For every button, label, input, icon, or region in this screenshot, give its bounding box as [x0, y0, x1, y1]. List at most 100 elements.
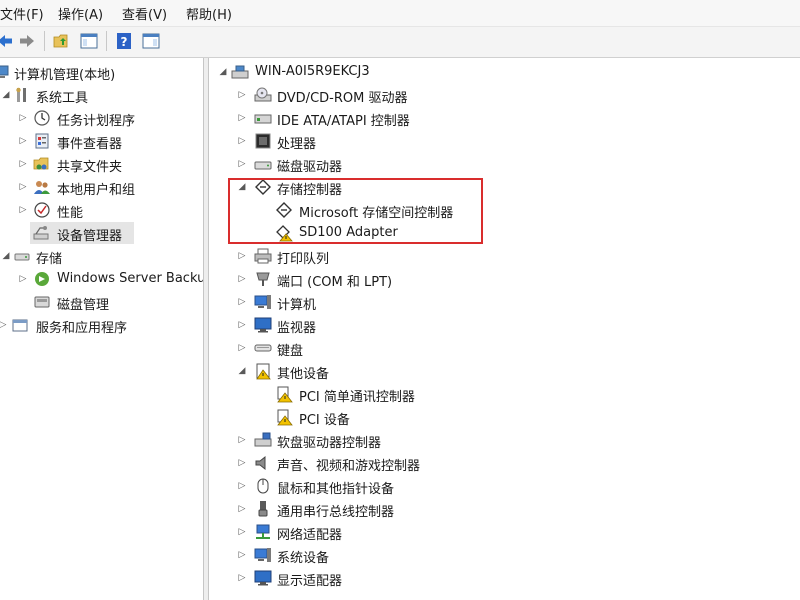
device-category-network[interactable]: ▷ 网络适配器 [209, 521, 800, 543]
forward-button[interactable] [16, 30, 38, 52]
expand-arrow-icon[interactable]: ▷ [237, 112, 247, 124]
expand-arrow-icon[interactable]: ▷ [237, 319, 247, 331]
show-hide-tree-button[interactable] [78, 30, 100, 52]
expand-arrow-icon[interactable]: ▷ [237, 250, 247, 262]
device-category-floppy-controllers[interactable]: ▷ 软盘驱动器控制器 [209, 429, 800, 451]
device-pci-simple-comm[interactable]: PCI 简单通讯控制器 [209, 383, 800, 405]
menu-help[interactable]: 帮助(H) [186, 4, 232, 23]
device-category-ide[interactable]: ▷ IDE ATA/ATAPI 控制器 [209, 107, 800, 129]
computer-icon [231, 65, 249, 79]
device-category-other-devices[interactable]: ◢ 其他设备 [209, 360, 800, 382]
expand-arrow-icon[interactable]: ▷ [18, 204, 28, 216]
tree-item-disk-management[interactable]: 磁盘管理 [0, 291, 203, 313]
tree-item-system-tools[interactable]: ◢ 系统工具 [0, 84, 203, 106]
expand-arrow-icon[interactable]: ▷ [237, 135, 247, 147]
tree-label: 系统工具 [36, 91, 89, 106]
keyboard-icon [254, 344, 272, 352]
device-root-computer[interactable]: ◢ WIN-A0I5R9EKCJ3 [209, 61, 800, 83]
monitor-icon [254, 317, 272, 333]
tree-label: Windows Server Backup [57, 271, 203, 286]
tree-label: 服务和应用程序 [36, 321, 128, 336]
action-pane-icon [142, 33, 160, 49]
show-hide-action-pane-button[interactable] [140, 30, 162, 52]
tree-item-event-viewer[interactable]: ▷ 事件查看器 [0, 130, 203, 152]
toolbar-separator [106, 31, 107, 51]
device-category-monitors[interactable]: ▷ 监视器 [209, 314, 800, 336]
menu-view[interactable]: 查看(V) [122, 4, 167, 23]
expand-arrow-icon[interactable]: ▷ [237, 434, 247, 446]
expand-arrow-icon[interactable]: ▷ [237, 273, 247, 285]
tree-item-performance[interactable]: ▷ 性能 [0, 199, 203, 221]
expand-arrow-icon[interactable]: ▷ [0, 319, 8, 331]
tree-item-services-apps[interactable]: ▷ 服务和应用程序 [0, 314, 203, 336]
help-button[interactable]: ? [113, 30, 135, 52]
tree-item-storage[interactable]: ◢ 存储 [0, 245, 203, 267]
tree-item-windows-server-backup[interactable]: ▷ Windows Server Backup [0, 268, 203, 290]
tree-label: 本地用户和组 [57, 183, 136, 198]
mouse-icon [257, 478, 269, 494]
collapse-arrow-icon[interactable]: ◢ [1, 250, 11, 262]
collapse-arrow-icon[interactable]: ◢ [218, 66, 228, 78]
expand-arrow-icon[interactable]: ▷ [237, 89, 247, 101]
expand-arrow-icon[interactable]: ▷ [237, 503, 247, 515]
tree-item-device-manager[interactable]: 设备管理器 [30, 222, 134, 244]
tree-item-task-scheduler[interactable]: ▷ 任务计划程序 [0, 107, 203, 129]
expand-arrow-icon[interactable]: ▷ [237, 457, 247, 469]
collapse-arrow-icon[interactable]: ◢ [237, 365, 247, 377]
device-category-disk-drives[interactable]: ▷ 磁盘驱动器 [209, 153, 800, 175]
clock-icon [34, 110, 50, 126]
device-category-computer[interactable]: ▷ 计算机 [209, 291, 800, 313]
expand-arrow-icon[interactable]: ▷ [18, 135, 28, 147]
device-category-keyboards[interactable]: ▷ 键盘 [209, 337, 800, 359]
up-folder-button[interactable] [51, 30, 73, 52]
device-category-system-devices[interactable]: ▷ 系统设备 [209, 544, 800, 566]
tree-label: 磁盘管理 [57, 298, 110, 313]
device-category-dvd[interactable]: ▷ DVD/CD-ROM 驱动器 [209, 84, 800, 106]
tree-label: 计算机管理(本地) [14, 68, 116, 83]
back-button[interactable] [0, 30, 16, 52]
device-category-ports[interactable]: ▷ 端口 (COM 和 LPT) [209, 268, 800, 290]
tree-label: PCI 简单通讯控制器 [299, 390, 415, 405]
expand-arrow-icon[interactable]: ▷ [237, 342, 247, 354]
tree-label: 其他设备 [277, 367, 330, 382]
tree-label: 设备管理器 [57, 229, 123, 244]
expand-arrow-icon[interactable]: ▷ [18, 273, 28, 285]
tree-item-shared-folders[interactable]: ▷ 共享文件夹 [0, 153, 203, 175]
expand-arrow-icon[interactable]: ▷ [237, 480, 247, 492]
expand-arrow-icon[interactable]: ▷ [18, 181, 28, 193]
help-icon: ? [117, 33, 131, 49]
tree-label: 任务计划程序 [57, 114, 136, 129]
tree-label: 事件查看器 [57, 137, 123, 152]
storage-icon [14, 253, 30, 261]
device-category-usb[interactable]: ▷ 通用串行总线控制器 [209, 498, 800, 520]
device-category-print-queues[interactable]: ▷ 打印队列 [209, 245, 800, 267]
collapse-arrow-icon[interactable]: ◢ [1, 89, 11, 101]
unknown-device-warning-icon [277, 409, 293, 426]
unknown-device-warning-icon [277, 386, 293, 403]
expand-arrow-icon[interactable]: ▷ [237, 526, 247, 538]
menu-bar: 文件(F) 操作(A) 查看(V) 帮助(H) [0, 0, 800, 27]
tree-item-local-users-groups[interactable]: ▷ 本地用户和组 [0, 176, 203, 198]
device-category-mice[interactable]: ▷ 鼠标和其他指针设备 [209, 475, 800, 497]
expand-arrow-icon[interactable]: ▷ [18, 158, 28, 170]
tree-label: 显示适配器 [277, 574, 343, 589]
menu-action[interactable]: 操作(A) [58, 4, 103, 23]
menu-file[interactable]: 文件(F) [0, 4, 44, 23]
expand-arrow-icon[interactable]: ▷ [237, 549, 247, 561]
device-category-processors[interactable]: ▷ 处理器 [209, 130, 800, 152]
tree-item-computer-management[interactable]: 计算机管理(本地) [0, 61, 203, 83]
toolbar-separator [44, 31, 45, 51]
expand-arrow-icon[interactable]: ▷ [18, 112, 28, 124]
expand-arrow-icon[interactable]: ▷ [237, 572, 247, 584]
tree-label: 存储 [36, 252, 63, 267]
device-pci-device[interactable]: PCI 设备 [209, 406, 800, 428]
device-category-sound[interactable]: ▷ 声音、视频和游戏控制器 [209, 452, 800, 474]
device-manager-icon [33, 226, 49, 240]
system-devices-icon [254, 548, 271, 562]
device-category-display-adapters[interactable]: ▷ 显示适配器 [209, 567, 800, 589]
tree-label: PCI 设备 [299, 413, 350, 428]
expand-arrow-icon[interactable]: ▷ [237, 158, 247, 170]
tree-label: 共享文件夹 [57, 160, 123, 175]
tree-label: 计算机 [277, 298, 317, 313]
expand-arrow-icon[interactable]: ▷ [237, 296, 247, 308]
